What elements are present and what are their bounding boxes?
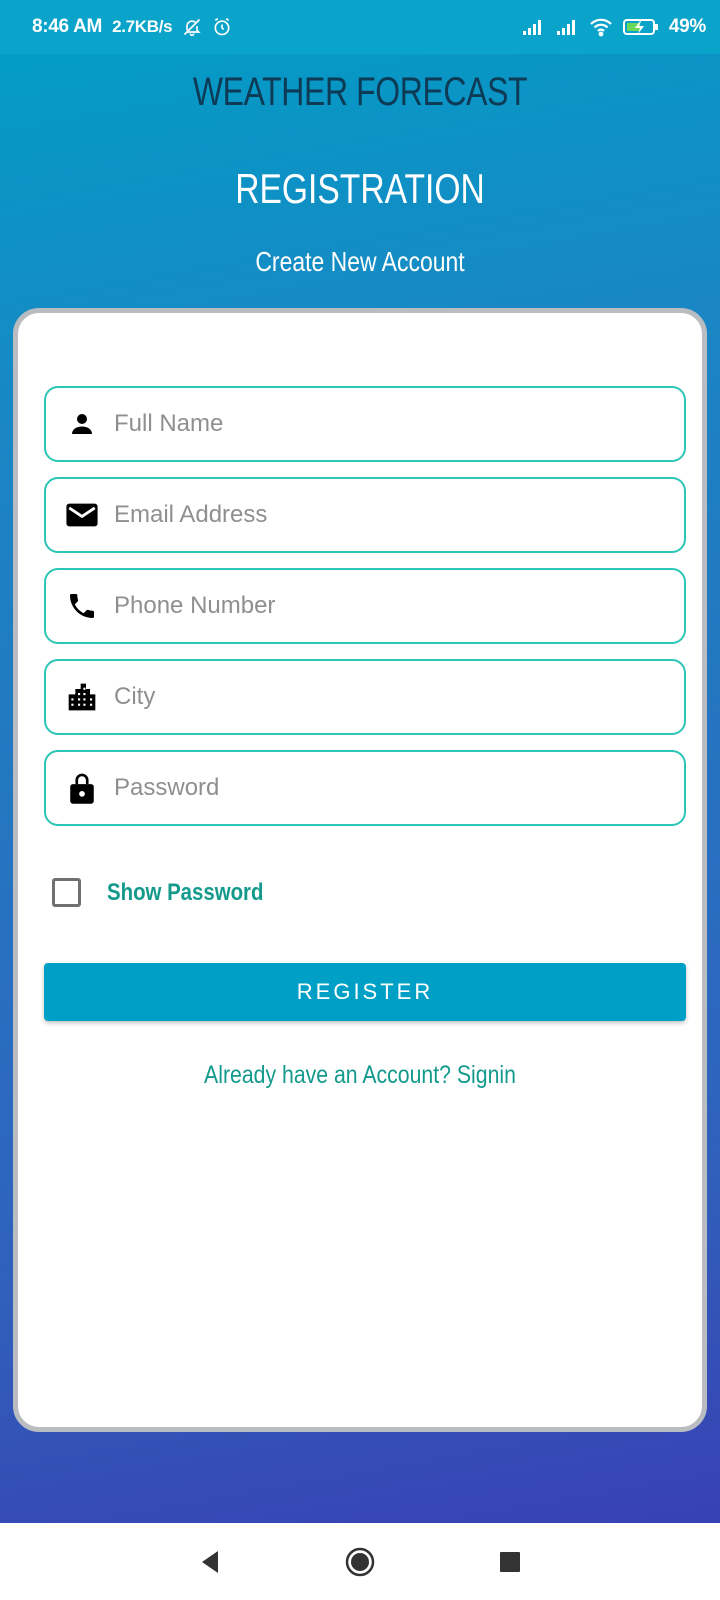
password-field[interactable] — [44, 750, 686, 826]
app-title: WEATHER FORECAST — [192, 70, 528, 114]
full-name-field[interactable] — [44, 386, 686, 462]
status-bar: 8:46 AM 2.7KB/s 49% — [0, 0, 720, 54]
email-field[interactable] — [44, 477, 686, 553]
show-password-label[interactable]: Show Password — [107, 879, 263, 907]
signin-link[interactable]: Already have an Account? Signin — [69, 1061, 650, 1090]
full-name-input[interactable] — [114, 394, 654, 454]
status-network-speed: 2.7KB/s — [112, 17, 173, 36]
mute-bell-icon — [182, 17, 202, 37]
page-title: REGISTRATION — [235, 165, 485, 212]
city-icon — [62, 677, 102, 717]
register-button[interactable]: REGISTER — [44, 963, 686, 1021]
wifi-icon — [589, 17, 613, 37]
page-subtitle: Create New Account — [255, 246, 465, 277]
alarm-icon — [212, 17, 232, 37]
phone-input[interactable] — [114, 576, 654, 636]
person-icon — [62, 404, 102, 444]
phone-field[interactable] — [44, 568, 686, 644]
signal-icon — [521, 18, 545, 36]
lock-icon — [62, 768, 102, 808]
battery-percent: 49% — [668, 16, 706, 37]
registration-card: Show Password REGISTER Already have an A… — [13, 308, 707, 1432]
navigation-bar — [0, 1523, 720, 1600]
back-icon[interactable] — [190, 1542, 230, 1582]
recents-icon[interactable] — [490, 1542, 530, 1582]
home-icon[interactable] — [340, 1542, 380, 1582]
city-input[interactable] — [114, 667, 654, 727]
show-password-checkbox[interactable] — [52, 878, 81, 907]
email-icon — [62, 495, 102, 535]
battery-charging-icon — [622, 17, 659, 37]
city-field[interactable] — [44, 659, 686, 735]
show-password-row[interactable]: Show Password — [52, 878, 291, 907]
signal-icon — [555, 18, 579, 36]
phone-icon — [62, 586, 102, 626]
status-time: 8:46 AM — [32, 16, 103, 37]
password-input[interactable] — [114, 758, 654, 818]
email-input[interactable] — [114, 485, 654, 545]
